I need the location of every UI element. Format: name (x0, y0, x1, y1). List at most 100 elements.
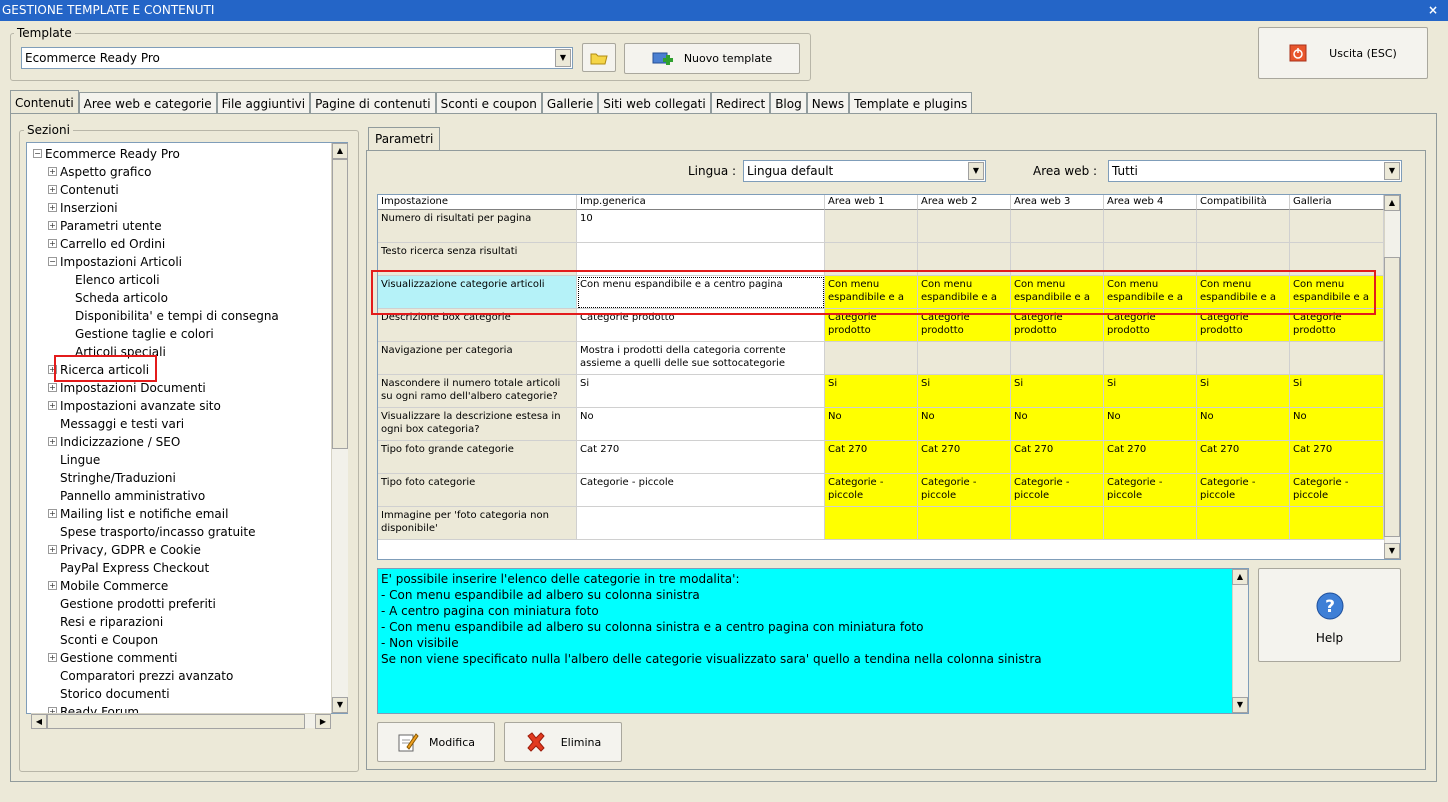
scroll-down-icon[interactable]: ▼ (1232, 697, 1248, 713)
tree-expander-icon[interactable]: − (33, 149, 42, 158)
grid-cell[interactable] (825, 507, 918, 540)
tree-expander-icon[interactable]: + (48, 437, 57, 446)
grid-cell[interactable]: Cat 270 (1290, 441, 1384, 474)
grid-cell[interactable]: 10 (577, 210, 825, 243)
tree-item[interactable]: Messaggi e testi vari (60, 415, 184, 433)
modifica-button[interactable]: Modifica (377, 722, 495, 762)
grid-cell[interactable] (577, 507, 825, 540)
tab-aree-web[interactable]: Aree web e categorie (78, 92, 217, 114)
grid-cell[interactable]: Categorie - piccole (1011, 474, 1104, 507)
grid-cell[interactable]: Categorie - piccole (918, 474, 1011, 507)
tab-blog[interactable]: Blog (770, 92, 807, 114)
grid-cell[interactable]: Si (825, 375, 918, 408)
grid-cell[interactable] (1011, 507, 1104, 540)
tree-item[interactable]: Mobile Commerce (60, 577, 168, 595)
tree-expander-icon[interactable]: − (48, 257, 57, 266)
grid-cell[interactable] (1197, 342, 1290, 375)
tree-expander-icon[interactable]: + (48, 203, 57, 212)
tree-expander-icon[interactable]: + (48, 239, 57, 248)
grid-cell[interactable]: Si (1104, 375, 1197, 408)
tree-expander-icon[interactable]: + (48, 167, 57, 176)
grid-cell[interactable]: Si (1290, 375, 1384, 408)
tree-item[interactable]: Storico documenti (60, 685, 170, 703)
tab-sconti-coupon[interactable]: Sconti e coupon (435, 92, 542, 114)
grid-column-header[interactable]: Compatibilità (1197, 195, 1290, 210)
chevron-down-icon[interactable]: ▼ (968, 162, 984, 180)
grid-cell[interactable]: Cat 270 (577, 441, 825, 474)
grid-cell[interactable] (918, 342, 1011, 375)
open-folder-button[interactable] (582, 43, 616, 72)
tree-item[interactable]: Resi e riparazioni (60, 613, 163, 631)
grid-cell[interactable] (1104, 507, 1197, 540)
tab-file-aggiuntivi[interactable]: File aggiuntivi (216, 92, 311, 114)
grid-cell[interactable] (825, 342, 918, 375)
new-template-button[interactable]: Nuovo template (624, 43, 800, 74)
settings-grid[interactable]: Impostazione Imp.generica Area web 1 Area w… (377, 194, 1401, 560)
tree-item[interactable]: Gestione commenti (60, 649, 177, 667)
grid-cell[interactable]: Categorie - piccole (1197, 474, 1290, 507)
tree-item[interactable]: Lingue (60, 451, 100, 469)
grid-vscrollbar[interactable]: ▲ ▼ (1384, 195, 1400, 559)
grid-cell[interactable] (1290, 342, 1384, 375)
scroll-down-icon[interactable]: ▼ (332, 697, 348, 713)
scroll-thumb[interactable] (332, 159, 348, 449)
tree-item[interactable]: Gestione taglie e colori (75, 325, 214, 343)
grid-cell[interactable]: Si (918, 375, 1011, 408)
tree-expander-icon[interactable]: + (48, 509, 57, 518)
grid-cell[interactable]: No (1197, 408, 1290, 441)
tree-expander-icon[interactable]: + (48, 383, 57, 392)
grid-column-header[interactable]: Area web 4 (1104, 195, 1197, 210)
tree-hscrollbar[interactable]: ◀ ▶ (31, 713, 331, 729)
grid-cell[interactable] (918, 210, 1011, 243)
area-web-select[interactable]: Tutti ▼ (1108, 160, 1402, 182)
grid-column-header[interactable]: Galleria (1290, 195, 1384, 210)
tab-siti-collegati[interactable]: Siti web collegati (598, 92, 711, 114)
grid-cell[interactable]: Si (1011, 375, 1104, 408)
tree-item[interactable]: Scheda articolo (75, 289, 168, 307)
grid-cell[interactable]: Cat 270 (1011, 441, 1104, 474)
grid-cell[interactable] (1011, 210, 1104, 243)
tree-expander-icon[interactable]: + (48, 545, 57, 554)
tree-item[interactable]: Disponibilita' e tempi di consegna (75, 307, 279, 325)
scroll-up-icon[interactable]: ▲ (332, 143, 348, 159)
tree-expander-icon[interactable]: + (48, 653, 57, 662)
grid-cell[interactable]: Si (1197, 375, 1290, 408)
close-icon[interactable]: × (1428, 0, 1438, 21)
chevron-down-icon[interactable]: ▼ (555, 49, 571, 67)
tree-item[interactable]: Aspetto grafico (60, 163, 151, 181)
grid-cell[interactable]: Categorie - piccole (825, 474, 918, 507)
grid-column-header[interactable]: Area web 3 (1011, 195, 1104, 210)
grid-cell[interactable] (1104, 210, 1197, 243)
hscroll-thumb[interactable] (47, 714, 305, 729)
tree-item[interactable]: Pannello amministrativo (60, 487, 205, 505)
grid-cell[interactable]: No (1104, 408, 1197, 441)
tree-item[interactable]: Privacy, GDPR e Cookie (60, 541, 201, 559)
grid-cell[interactable]: No (1011, 408, 1104, 441)
grid-cell[interactable]: Categorie - piccole (577, 474, 825, 507)
tab-pagine-contenuti[interactable]: Pagine di contenuti (310, 92, 436, 114)
tree-item[interactable]: Sconti e Coupon (60, 631, 158, 649)
tree-item[interactable]: Stringhe/Traduzioni (60, 469, 176, 487)
tab-contenuti[interactable]: Contenuti (10, 90, 79, 114)
grid-cell[interactable]: Mostra i prodotti della categoria corren… (577, 342, 825, 375)
sections-tree[interactable]: − Ecommerce Ready Pro + Aspetto grafico + Con… (26, 142, 348, 714)
tree-item[interactable]: Elenco articoli (75, 271, 160, 289)
grid-cell[interactable]: Si (577, 375, 825, 408)
tree-item[interactable]: Contenuti (60, 181, 119, 199)
grid-column-header[interactable]: Area web 2 (918, 195, 1011, 210)
grid-cell[interactable]: No (825, 408, 918, 441)
tab-template-plugins[interactable]: Template e plugins (849, 92, 973, 114)
grid-scroll-thumb[interactable] (1384, 257, 1400, 537)
tab-news[interactable]: News (806, 92, 850, 114)
tree-item[interactable]: Ecommerce Ready Pro (45, 145, 180, 163)
chevron-down-icon[interactable]: ▼ (1384, 162, 1400, 180)
grid-column-header[interactable]: Imp.generica (577, 195, 825, 210)
scroll-right-icon[interactable]: ▶ (315, 714, 331, 729)
grid-cell[interactable]: Cat 270 (825, 441, 918, 474)
tree-item[interactable]: Inserzioni (60, 199, 118, 217)
grid-cell[interactable] (1290, 210, 1384, 243)
tab-redirect[interactable]: Redirect (710, 92, 771, 114)
grid-cell[interactable]: No (918, 408, 1011, 441)
tree-item[interactable]: PayPal Express Checkout (60, 559, 209, 577)
grid-cell[interactable]: Cat 270 (1104, 441, 1197, 474)
